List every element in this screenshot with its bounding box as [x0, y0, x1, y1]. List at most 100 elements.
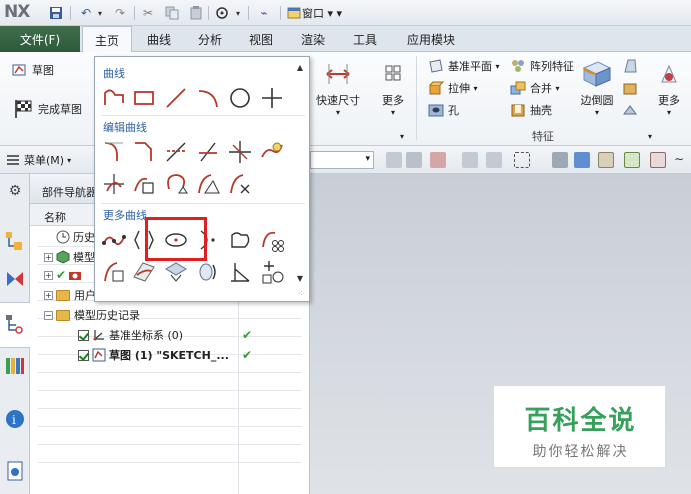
tab-home[interactable]: 主页: [82, 26, 132, 53]
shell-button[interactable]: 抽壳: [510, 102, 552, 118]
extrude-dropdown-icon[interactable]: ▾: [474, 84, 478, 93]
tree-row-user[interactable]: + 用户: [44, 286, 96, 304]
offset-curve-icon[interactable]: [131, 171, 157, 197]
arc-icon[interactable]: [195, 85, 221, 111]
select-face-icon[interactable]: [430, 152, 446, 168]
column-name[interactable]: 名称: [44, 209, 66, 225]
cut-icon[interactable]: ✂: [140, 5, 156, 21]
scroll-up-icon[interactable]: ▲: [297, 63, 303, 72]
tab-render[interactable]: 渲染: [290, 26, 336, 52]
circle-icon[interactable]: [227, 85, 253, 111]
info-web-icon[interactable]: i: [4, 408, 26, 430]
finish-sketch-button[interactable]: 完成草图: [12, 98, 82, 120]
view-icon[interactable]: [552, 152, 568, 168]
redo-icon[interactable]: ↷: [112, 5, 128, 21]
snap-grid-icon[interactable]: [598, 152, 614, 168]
select-feature-icon[interactable]: [386, 152, 402, 168]
unite-button[interactable]: 合并 ▾: [510, 80, 560, 96]
tree-row-model-views[interactable]: + 模型: [44, 248, 95, 266]
expand-toggle[interactable]: +: [44, 270, 53, 280]
tab-applications[interactable]: 应用模块: [396, 26, 466, 52]
hole-button[interactable]: 孔: [428, 102, 459, 118]
quick-trim-icon[interactable]: [163, 139, 189, 165]
expand-toggle[interactable]: +: [44, 252, 53, 262]
extrude-button[interactable]: 拉伸 ▾: [428, 80, 478, 96]
profile-icon[interactable]: [101, 85, 127, 111]
pattern-curve-icon[interactable]: [259, 227, 285, 253]
snap-point-icon[interactable]: [214, 5, 230, 21]
quick-dimension-button[interactable]: 快速尺寸 ▾: [316, 60, 360, 117]
settings-gear-icon[interactable]: ⚙: [4, 180, 26, 202]
delete-curve-icon[interactable]: [227, 171, 253, 197]
shaded-view-icon[interactable]: [574, 152, 590, 168]
tab-file[interactable]: 文件(F): [0, 26, 80, 52]
more-dropdown-icon[interactable]: ▾: [391, 108, 395, 117]
resize-grip-icon[interactable]: ⁘: [298, 289, 305, 298]
pattern-feature-button[interactable]: 阵列特征: [510, 58, 574, 74]
quick-extend-icon[interactable]: [195, 139, 221, 165]
tree-row-model-history[interactable]: − 模型历史记录: [44, 306, 140, 324]
group-expand-icon[interactable]: ▾: [400, 132, 404, 141]
window-menu[interactable]: 窗口 ▾ ▾: [302, 5, 342, 21]
datum-dropdown-icon[interactable]: ▾: [496, 62, 500, 71]
unite-dropdown-icon[interactable]: ▾: [556, 84, 560, 93]
projection-curve-icon[interactable]: [163, 259, 189, 285]
feature-group-expand-icon[interactable]: ▾: [648, 132, 652, 141]
measure-icon[interactable]: ⌁: [256, 5, 272, 21]
trim-corner-icon[interactable]: [195, 171, 221, 197]
snap-curve-icon[interactable]: ∼: [674, 152, 690, 168]
make-corner-icon[interactable]: [227, 139, 253, 165]
derived-curve-icon[interactable]: [195, 259, 221, 285]
select-body-icon[interactable]: [406, 152, 422, 168]
trim-body-icon[interactable]: [622, 102, 638, 121]
tree-row-history[interactable]: 历史: [56, 228, 95, 246]
scroll-down-icon[interactable]: ▼: [297, 274, 303, 283]
tab-tools[interactable]: 工具: [342, 26, 388, 52]
save-icon[interactable]: [48, 5, 64, 21]
collapse-toggle[interactable]: −: [44, 310, 53, 320]
modify-curve-icon[interactable]: [259, 139, 285, 165]
rectangle-select-icon[interactable]: [514, 152, 530, 168]
snap-line-icon[interactable]: [624, 152, 640, 168]
more-dropdown-icon-2[interactable]: ▾: [667, 108, 671, 117]
draft-icon[interactable]: [622, 58, 638, 77]
line-icon[interactable]: [163, 85, 189, 111]
select-curve-icon[interactable]: [486, 152, 502, 168]
more-button-1[interactable]: 更多 ▾: [378, 60, 408, 117]
tab-analysis[interactable]: 分析: [186, 26, 234, 52]
add-existing-curve-icon[interactable]: [259, 259, 285, 285]
window-icon[interactable]: [286, 5, 302, 21]
edge-blend-button[interactable]: 边倒圆 ▾: [580, 58, 614, 117]
copy-icon[interactable]: [164, 5, 180, 21]
snap-dropdown-icon[interactable]: ▾: [230, 5, 246, 21]
tree-row-cameras[interactable]: + ✔: [44, 266, 85, 284]
expand-toggle[interactable]: +: [44, 290, 53, 300]
reuse-library-icon[interactable]: [4, 354, 26, 376]
tab-curve[interactable]: 曲线: [136, 26, 182, 52]
datum-plane-button[interactable]: 基准平面 ▾: [428, 58, 500, 74]
scale-curve-icon[interactable]: [163, 171, 189, 197]
chamfer-icon[interactable]: [131, 139, 157, 165]
more-button-2[interactable]: 更多 ▾: [654, 60, 684, 117]
fit-curve-icon[interactable]: [227, 227, 253, 253]
snap-midpoint-icon[interactable]: [650, 152, 666, 168]
select-edge-icon[interactable]: [462, 152, 478, 168]
rectangle-icon[interactable]: [131, 85, 157, 111]
constraint-navigator-icon[interactable]: [4, 268, 26, 290]
assembly-navigator-icon[interactable]: [4, 230, 26, 252]
add-constraint-icon[interactable]: [227, 259, 253, 285]
undo-dropdown-icon[interactable]: ▾: [92, 5, 108, 21]
part-navigator-tab[interactable]: [0, 302, 30, 348]
paste-icon[interactable]: [188, 5, 204, 21]
checkbox[interactable]: [78, 349, 89, 361]
tree-row-datum-csys[interactable]: 基准坐标系 (0): [78, 326, 183, 344]
mirror-curve-icon[interactable]: [101, 259, 127, 285]
history-palette-icon[interactable]: [4, 460, 26, 482]
tab-view[interactable]: 视图: [238, 26, 284, 52]
point-icon[interactable]: [259, 85, 285, 111]
type-filter-select[interactable]: ▾: [310, 151, 374, 169]
checkbox[interactable]: [78, 329, 89, 341]
quick-dimension-dropdown-icon[interactable]: ▾: [336, 108, 340, 117]
studio-spline-icon[interactable]: [101, 227, 127, 253]
intersection-curve-icon[interactable]: [131, 259, 157, 285]
